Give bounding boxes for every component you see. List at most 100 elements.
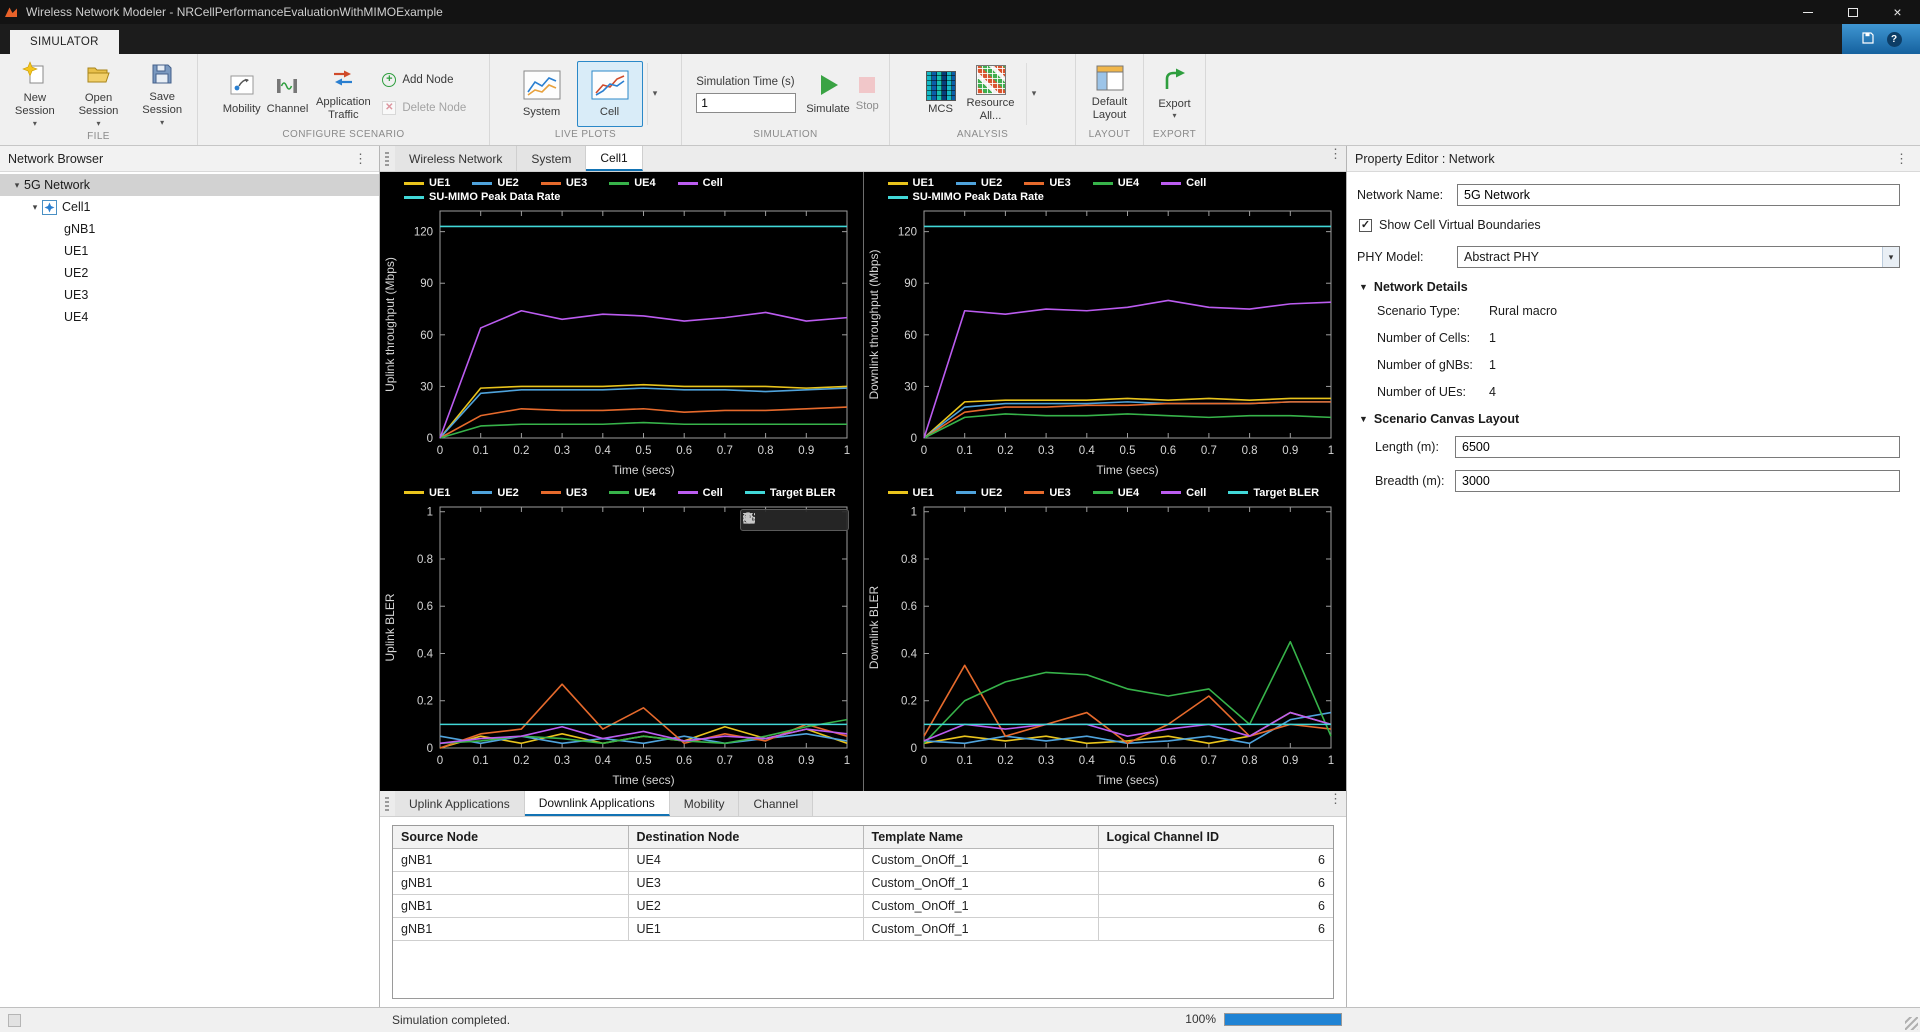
legend-item-ue3[interactable]: UE3 — [541, 177, 587, 189]
system-plots-button[interactable]: System — [509, 61, 575, 127]
tab-cell1[interactable]: Cell1 — [586, 146, 642, 171]
zoom-out-icon[interactable] — [806, 511, 825, 529]
tab-system[interactable]: System — [517, 146, 586, 171]
scenario-canvas-section[interactable]: ▼ Scenario Canvas Layout — [1359, 412, 1910, 426]
tab-simulator[interactable]: SIMULATOR — [10, 30, 119, 54]
caret-down-icon[interactable]: ▾ — [10, 180, 24, 191]
restore-view-icon[interactable] — [827, 511, 846, 529]
save-session-button[interactable]: Save Session ▾ — [131, 59, 193, 130]
channel-button[interactable]: Channel — [265, 69, 311, 119]
analysis-gallery-arrow[interactable]: ▾ — [1026, 63, 1042, 125]
legend-item-ue3[interactable]: UE3 — [1024, 487, 1070, 499]
legend-item-ue1[interactable]: UE1 — [888, 487, 934, 499]
new-session-button[interactable]: New Session ▾ — [4, 58, 66, 131]
legend-item-ue1[interactable]: UE1 — [404, 177, 450, 189]
kebab-menu-icon[interactable]: ⋮ — [1891, 151, 1912, 167]
cell-plots-button[interactable]: Cell — [577, 61, 643, 127]
legend-item-ue4[interactable]: UE4 — [609, 177, 655, 189]
downlink-throughput-plot[interactable]: 00.10.20.30.40.50.60.70.80.910306090120T… — [864, 205, 1347, 482]
simulate-button[interactable]: Simulate — [804, 69, 852, 119]
legend-item-target-bler[interactable]: Target BLER — [1228, 487, 1319, 499]
svg-text:0.3: 0.3 — [554, 755, 570, 767]
table-row[interactable]: gNB1UE1Custom_OnOff_16 — [393, 918, 1333, 941]
simulation-time-input[interactable] — [696, 93, 796, 113]
stop-button[interactable]: Stop — [854, 72, 881, 116]
legend-item-ue2[interactable]: UE2 — [472, 177, 518, 189]
table-row[interactable]: gNB1UE3Custom_OnOff_16 — [393, 872, 1333, 895]
close-button[interactable]: × — [1875, 0, 1920, 24]
tree-item-cell1[interactable]: ▾ Cell1 — [0, 196, 379, 218]
mcs-button[interactable]: MCS — [924, 68, 958, 119]
open-session-button[interactable]: Open Session ▾ — [68, 58, 130, 131]
quick-save-icon[interactable] — [1861, 31, 1875, 48]
tab-wireless-network[interactable]: Wireless Network — [395, 146, 517, 171]
tree-item-ue3[interactable]: UE3 — [0, 284, 379, 306]
legend-item-cell[interactable]: Cell — [678, 177, 723, 189]
drag-handle[interactable] — [385, 152, 389, 166]
legend-item-ue2[interactable]: UE2 — [956, 177, 1002, 189]
live-plots-gallery-arrow[interactable]: ▾ — [647, 63, 663, 125]
tab-downlink-applications[interactable]: Downlink Applications — [525, 791, 670, 816]
svg-text:1: 1 — [844, 755, 850, 767]
tab-mobility[interactable]: Mobility — [670, 791, 740, 816]
legend-item-ue4[interactable]: UE4 — [1093, 177, 1139, 189]
kebab-menu-icon[interactable]: ⋮ — [1325, 146, 1346, 171]
legend-item-target-bler[interactable]: Target BLER — [745, 487, 836, 499]
minimize-button[interactable] — [1785, 0, 1830, 24]
uplink-throughput-plot[interactable]: 00.10.20.30.40.50.60.70.80.910306090120T… — [380, 205, 863, 482]
tree-item-ue4[interactable]: UE4 — [0, 306, 379, 328]
detail-row: Number of gNBs:1 — [1377, 358, 1910, 372]
legend-item-ue3[interactable]: UE3 — [1024, 177, 1070, 189]
tree-item-ue1[interactable]: UE1 — [0, 240, 379, 262]
legend-item-su-mimo-peak-data-rate[interactable]: SU-MIMO Peak Data Rate — [888, 191, 1044, 203]
drag-handle[interactable] — [385, 797, 389, 811]
legend-item-ue2[interactable]: UE2 — [472, 487, 518, 499]
maximize-button[interactable] — [1830, 0, 1875, 24]
default-layout-button[interactable]: Default Layout — [1080, 62, 1139, 125]
tree-item-ue2[interactable]: UE2 — [0, 262, 379, 284]
pan-icon[interactable] — [764, 511, 783, 529]
legend-item-ue2[interactable]: UE2 — [956, 487, 1002, 499]
export-button[interactable]: Export ▾ — [1156, 64, 1192, 124]
kebab-menu-icon[interactable]: ⋮ — [350, 151, 371, 167]
uplink-bler-plot[interactable]: 00.10.20.30.40.50.60.70.80.9100.20.40.60… — [380, 501, 863, 792]
help-icon[interactable]: ? — [1887, 32, 1902, 47]
resource-allocation-button[interactable]: Resource All... — [960, 62, 1022, 126]
legend-item-ue4[interactable]: UE4 — [609, 487, 655, 499]
network-details-section[interactable]: ▼ Network Details — [1359, 280, 1910, 294]
legend-item-cell[interactable]: Cell — [678, 487, 723, 499]
show-boundaries-checkbox[interactable]: ✓ — [1359, 219, 1372, 232]
kebab-menu-icon[interactable]: ⋮ — [1325, 791, 1346, 816]
legend-item-ue1[interactable]: UE1 — [404, 487, 450, 499]
phy-model-select[interactable]: Abstract PHY ▾ — [1457, 246, 1900, 268]
svg-text:0: 0 — [920, 445, 926, 457]
table-row[interactable]: gNB1UE4Custom_OnOff_16 — [393, 849, 1333, 872]
network-name-input[interactable] — [1457, 184, 1900, 206]
zoom-in-icon[interactable] — [785, 511, 804, 529]
add-node-button[interactable]: + Add Node — [382, 68, 466, 92]
legend-item-ue1[interactable]: UE1 — [888, 177, 934, 189]
tree-item-gnb1[interactable]: gNB1 — [0, 218, 379, 240]
legend-swatch — [1024, 182, 1044, 185]
legend-item-ue3[interactable]: UE3 — [541, 487, 587, 499]
legend-item-cell[interactable]: Cell — [1161, 487, 1206, 499]
svg-text:0: 0 — [427, 433, 433, 445]
tab-channel[interactable]: Channel — [739, 791, 813, 816]
svg-text:0.2: 0.2 — [417, 695, 433, 707]
legend-label: UE3 — [1049, 487, 1070, 499]
mobility-button[interactable]: Mobility — [221, 69, 263, 119]
legend-item-ue4[interactable]: UE4 — [1093, 487, 1139, 499]
breadth-input[interactable] — [1455, 470, 1900, 492]
table-row[interactable]: gNB1UE2Custom_OnOff_16 — [393, 895, 1333, 918]
delete-node-button[interactable]: ✕ Delete Node — [382, 96, 466, 120]
legend-item-su-mimo-peak-data-rate[interactable]: SU-MIMO Peak Data Rate — [404, 191, 560, 203]
svg-text:0.8: 0.8 — [758, 755, 774, 767]
downlink-bler-plot[interactable]: 00.10.20.30.40.50.60.70.80.9100.20.40.60… — [864, 501, 1347, 792]
caret-down-icon[interactable]: ▾ — [28, 202, 42, 213]
tab-uplink-applications[interactable]: Uplink Applications — [395, 791, 525, 816]
length-input[interactable] — [1455, 436, 1900, 458]
application-traffic-button[interactable]: Application Traffic — [312, 62, 374, 125]
tree-item-5g-network[interactable]: ▾ 5G Network — [0, 174, 379, 196]
section-analysis: MCS Resource All... ▾ ANALYSIS — [890, 54, 1076, 145]
legend-item-cell[interactable]: Cell — [1161, 177, 1206, 189]
